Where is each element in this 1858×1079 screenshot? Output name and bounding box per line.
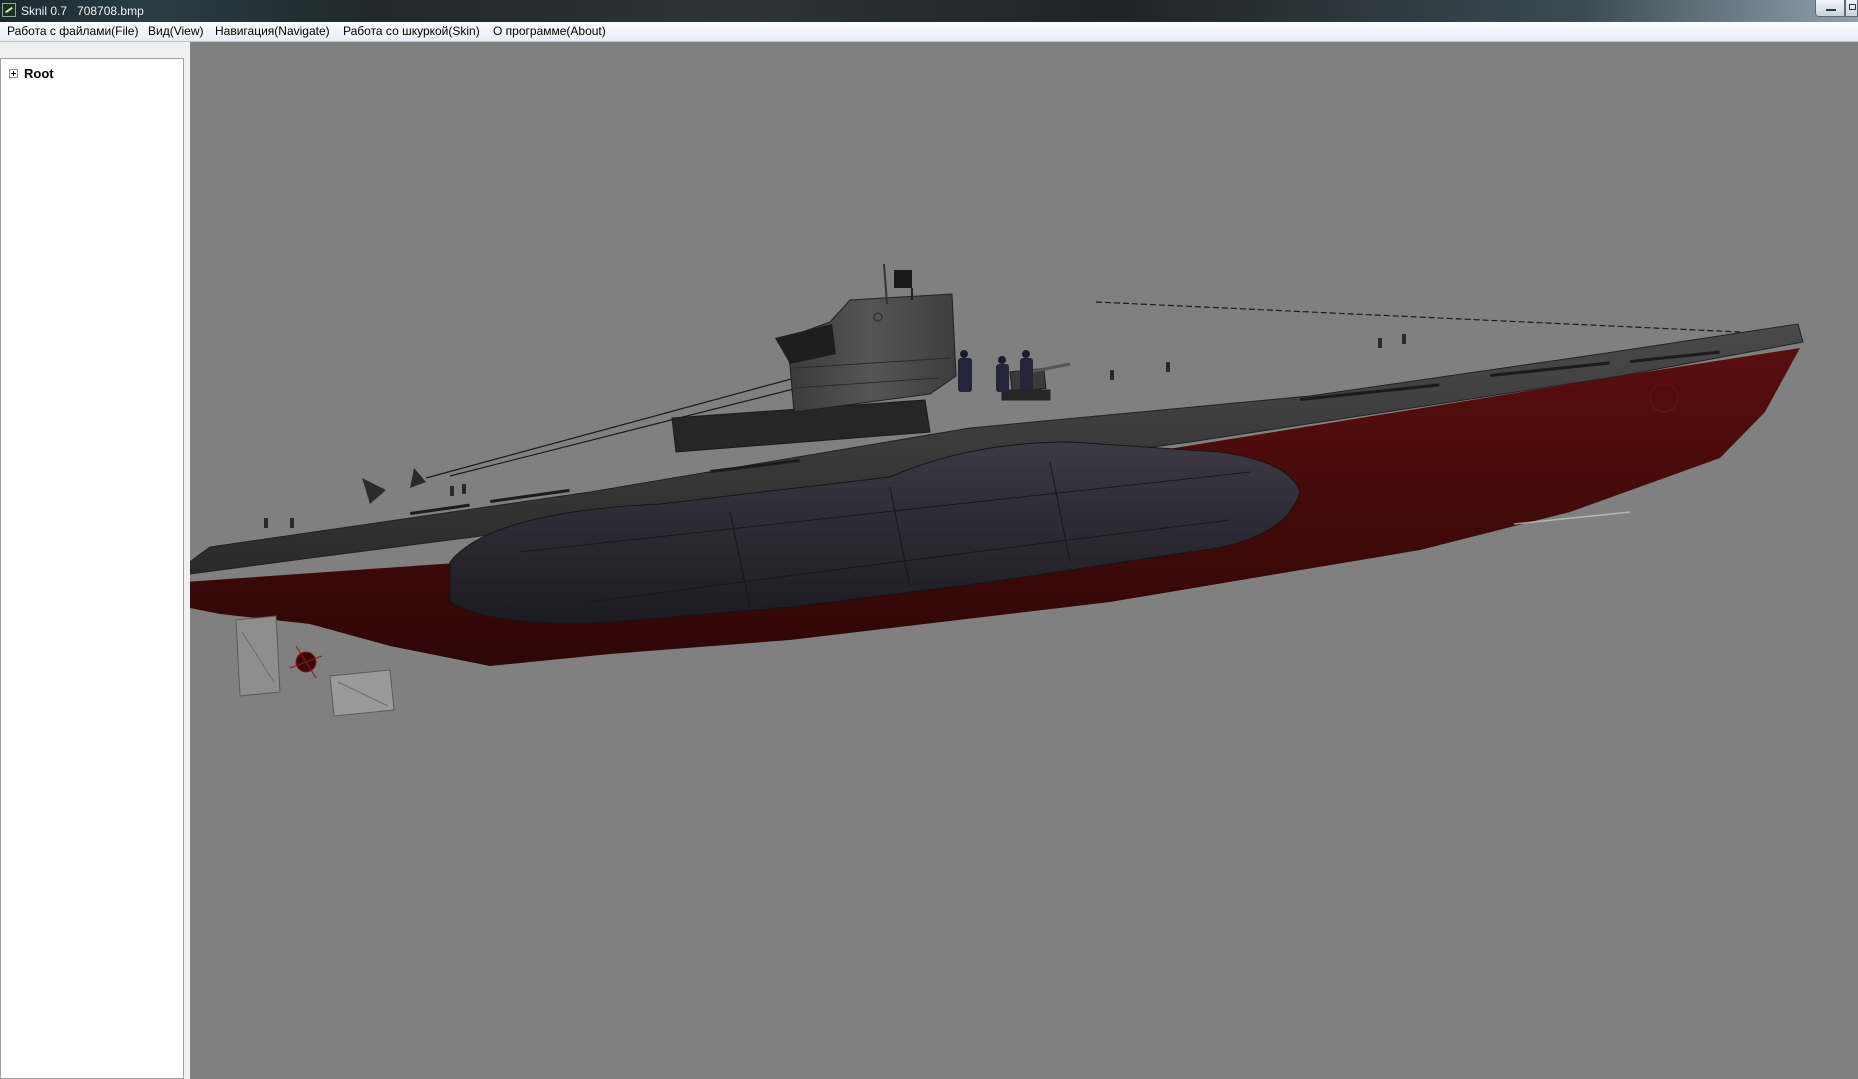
menu-bar: Работа с файлами(File) Вид(View) Навигац… [0, 22, 1858, 42]
stern-tip-2 [410, 468, 426, 488]
app-icon[interactable] [2, 3, 16, 17]
tree-node-label: Root [24, 65, 54, 81]
app-name: Sknil 0.7 [21, 4, 68, 18]
file-name: 708708.bmp [77, 4, 144, 18]
title-bar[interactable]: Sknil 0.7 708708.bmp [0, 0, 1858, 22]
stern-tip [362, 478, 386, 504]
submarine-model [190, 263, 1804, 717]
window-title: Sknil 0.7 708708.bmp [21, 3, 144, 19]
plus-expander-icon[interactable] [9, 68, 18, 78]
3d-viewport[interactable] [190, 42, 1858, 1079]
tree-node-root[interactable]: Root [9, 65, 54, 81]
menu-about[interactable]: О программе(About) [486, 22, 613, 41]
gun-crew [958, 350, 1033, 392]
minimize-button[interactable] [1815, 0, 1845, 17]
tree-view[interactable]: Root [0, 58, 184, 1079]
deck-gun [1001, 362, 1071, 401]
menu-file[interactable]: Работа с файлами(File) [0, 22, 145, 41]
menu-skin[interactable]: Работа со шкуркой(Skin) [336, 22, 487, 41]
menu-view[interactable]: Вид(View) [141, 22, 211, 41]
maximize-button[interactable] [1845, 0, 1858, 17]
menu-navigate[interactable]: Навигация(Navigate) [208, 22, 337, 41]
application-window: Sknil 0.7 708708.bmp Работа с файлами(Fil… [0, 0, 1858, 1079]
propeller [289, 645, 323, 679]
